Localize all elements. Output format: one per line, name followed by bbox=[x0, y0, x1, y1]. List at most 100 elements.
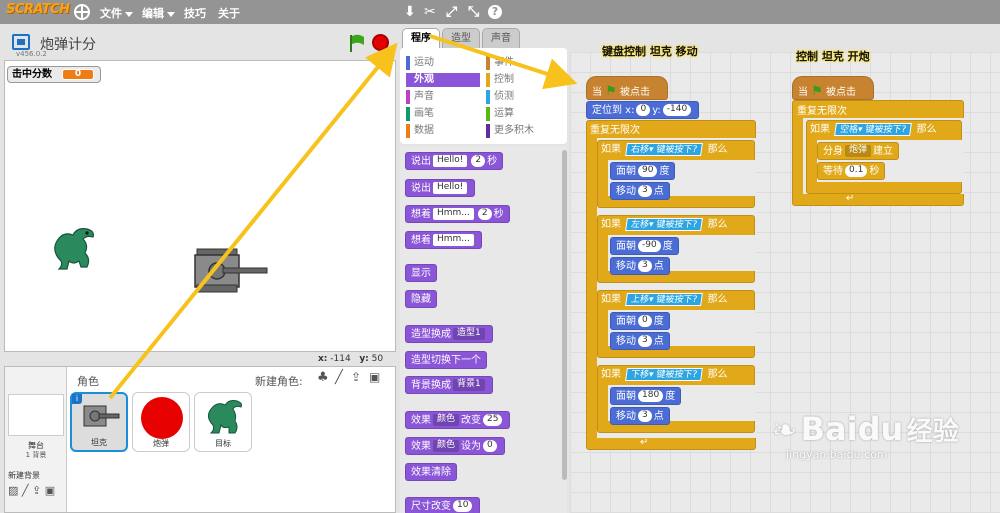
key-pressed-condition[interactable]: 空格▾ 键被按下? bbox=[834, 122, 913, 136]
block-next-costume[interactable]: 造型切换下一个 bbox=[405, 351, 487, 369]
duplicate-stamp-icon[interactable]: ⬇ bbox=[404, 4, 416, 20]
block-text-input[interactable]: Hello! bbox=[433, 155, 468, 167]
menu-tips[interactable]: 技巧 bbox=[184, 5, 206, 21]
menu-about[interactable]: 关于 bbox=[218, 5, 240, 21]
block-set-effect[interactable]: 效果 颜色 设为 0 bbox=[405, 437, 505, 455]
block-change-effect[interactable]: 效果 颜色 改变 25 bbox=[405, 411, 511, 429]
stage-thumbnail[interactable] bbox=[8, 394, 64, 436]
block-wait[interactable]: 等待 0.1 秒 bbox=[817, 162, 886, 180]
direction-input[interactable]: 0 bbox=[638, 315, 652, 327]
category-control[interactable]: 控制 bbox=[486, 73, 560, 87]
fullscreen-icon[interactable] bbox=[12, 34, 30, 50]
key-pressed-condition[interactable]: 右移▾ 键被按下? bbox=[625, 142, 704, 156]
block-say-for-secs[interactable]: 说出 Hello! 2 秒 bbox=[405, 152, 504, 170]
tab-sounds[interactable]: 声音 bbox=[482, 28, 520, 48]
shrink-icon[interactable]: ⤡ bbox=[468, 4, 479, 20]
block-hide[interactable]: 隐藏 bbox=[405, 290, 437, 308]
steps-input[interactable]: 3 bbox=[638, 260, 652, 272]
category-sound[interactable]: 声音 bbox=[406, 90, 480, 104]
block-number-input[interactable]: 25 bbox=[483, 414, 503, 426]
block-clear-effects[interactable]: 效果清除 bbox=[405, 463, 457, 481]
grow-icon[interactable]: ⤢ bbox=[446, 4, 457, 20]
score-variable-monitor[interactable]: 击中分数 0 bbox=[7, 66, 101, 83]
effect-dropdown[interactable]: 颜色 bbox=[433, 414, 460, 426]
backdrop-dropdown[interactable]: 背景1 bbox=[453, 379, 485, 391]
steps-input[interactable]: 3 bbox=[638, 410, 652, 422]
steps-input[interactable]: 3 bbox=[638, 185, 652, 197]
wait-input[interactable]: 0.1 bbox=[845, 165, 868, 177]
help-icon[interactable]: ? bbox=[488, 5, 502, 19]
palette-scrollbar[interactable] bbox=[562, 150, 567, 480]
scratch-logo[interactable]: SCRATCH bbox=[6, 2, 70, 17]
hat-when-flag-clicked-2[interactable]: 当 ⚑ 被点击 bbox=[792, 76, 874, 100]
block-number-input[interactable]: 10 bbox=[453, 500, 473, 512]
sprite-thumb-shell[interactable]: 炮弹 bbox=[132, 392, 190, 452]
block-goto-xy[interactable]: 定位到 x: 0 y: -140 bbox=[586, 101, 700, 119]
backdrop-camera-icon[interactable]: ▣ bbox=[45, 484, 55, 497]
block-point-direction[interactable]: 面朝 -90 度 bbox=[610, 237, 679, 255]
backdrop-library-icon[interactable]: ▨ bbox=[8, 484, 18, 497]
backdrop-upload-icon[interactable]: ⇪ bbox=[32, 484, 41, 497]
block-number-input[interactable]: 2 bbox=[477, 208, 492, 220]
block-point-direction[interactable]: 面朝 90 度 bbox=[610, 162, 676, 180]
key-pressed-condition[interactable]: 下移▾ 键被按下? bbox=[625, 367, 704, 381]
block-show[interactable]: 显示 bbox=[405, 264, 437, 282]
block-say[interactable]: 说出 Hello! bbox=[405, 179, 476, 197]
block-think-for-secs[interactable]: 想着 Hmm... 2 秒 bbox=[405, 205, 510, 223]
key-pressed-condition[interactable]: 左移▾ 键被按下? bbox=[625, 217, 704, 231]
block-number-input[interactable]: 0 bbox=[483, 440, 497, 452]
direction-input[interactable]: 90 bbox=[638, 165, 658, 177]
menu-file[interactable]: 文件 bbox=[100, 5, 133, 21]
menu-edit[interactable]: 编辑 bbox=[142, 5, 175, 21]
costume-dropdown[interactable]: 造型1 bbox=[453, 328, 485, 340]
block-think[interactable]: 想着 Hmm... bbox=[405, 231, 482, 249]
category-looks[interactable]: 外观 bbox=[406, 73, 480, 87]
block-point-direction[interactable]: 面朝 180 度 bbox=[610, 387, 682, 405]
block-switch-costume[interactable]: 造型换成 造型1 bbox=[405, 325, 493, 343]
language-globe-icon[interactable] bbox=[74, 4, 90, 20]
block-move-steps[interactable]: 移动 3 点 bbox=[610, 407, 670, 425]
sprite-thumb-target[interactable]: 目标 bbox=[194, 392, 252, 452]
stop-sign-icon[interactable] bbox=[372, 34, 389, 51]
green-flag-icon[interactable] bbox=[348, 33, 366, 53]
tab-scripts[interactable]: 程序 bbox=[402, 28, 440, 48]
y-input[interactable]: -140 bbox=[662, 104, 692, 116]
key-dropdown[interactable]: 空格 bbox=[839, 125, 858, 135]
key-pressed-condition[interactable]: 上移▾ 键被按下? bbox=[625, 292, 704, 306]
category-pen[interactable]: 画笔 bbox=[406, 107, 480, 121]
sprite-thumb-tank[interactable]: i 坦克 bbox=[70, 392, 128, 452]
tab-costumes[interactable]: 造型 bbox=[442, 28, 480, 48]
hat-when-flag-clicked[interactable]: 当 ⚑ 被点击 bbox=[586, 76, 668, 100]
tank-sprite[interactable] bbox=[193, 247, 273, 297]
key-dropdown[interactable]: 左移 bbox=[630, 220, 649, 230]
effect-dropdown[interactable]: 颜色 bbox=[433, 440, 460, 452]
category-motion[interactable]: 运动 bbox=[406, 56, 480, 70]
category-sensing[interactable]: 侦测 bbox=[486, 90, 560, 104]
key-dropdown[interactable]: 右移 bbox=[630, 145, 649, 155]
category-data[interactable]: 数据 bbox=[406, 124, 480, 138]
category-events[interactable]: 事件 bbox=[486, 56, 560, 70]
block-change-size[interactable]: 尺寸改变 10 bbox=[405, 497, 481, 513]
category-operators[interactable]: 运算 bbox=[486, 107, 560, 121]
upload-sprite-icon[interactable]: ⇪ bbox=[351, 370, 361, 384]
block-point-direction[interactable]: 面朝 0 度 bbox=[610, 312, 670, 330]
block-number-input[interactable]: 2 bbox=[471, 155, 486, 167]
target-dinosaur-sprite[interactable] bbox=[43, 221, 103, 281]
x-input[interactable]: 0 bbox=[636, 104, 651, 116]
block-text-input[interactable]: Hello! bbox=[433, 182, 468, 194]
block-move-steps[interactable]: 移动 3 点 bbox=[610, 257, 670, 275]
paint-brush-icon[interactable]: ╱ bbox=[335, 370, 343, 385]
block-switch-backdrop[interactable]: 背景换成 背景1 bbox=[405, 376, 493, 394]
direction-input[interactable]: -90 bbox=[638, 240, 661, 252]
block-move-steps[interactable]: 移动 3 点 bbox=[610, 332, 670, 350]
stage-canvas[interactable] bbox=[4, 60, 396, 352]
direction-input[interactable]: 180 bbox=[638, 390, 664, 402]
steps-input[interactable]: 3 bbox=[638, 335, 652, 347]
backdrop-paint-icon[interactable]: ╱ bbox=[22, 484, 29, 497]
block-move-steps[interactable]: 移动 3 点 bbox=[610, 182, 670, 200]
clone-target-dropdown[interactable]: 炮弹 bbox=[845, 145, 872, 157]
camera-icon[interactable]: ▣ bbox=[369, 370, 380, 384]
key-dropdown[interactable]: 下移 bbox=[630, 370, 649, 380]
project-title[interactable]: 炮弹计分 bbox=[40, 34, 96, 54]
block-create-clone[interactable]: 分身 炮弹 建立 bbox=[817, 142, 900, 160]
